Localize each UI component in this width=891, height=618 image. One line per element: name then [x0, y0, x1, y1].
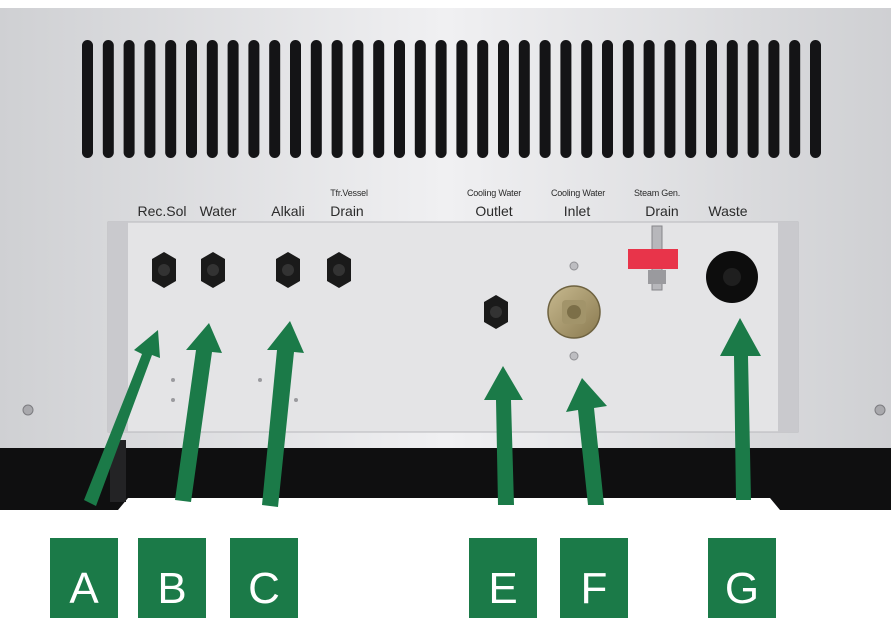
vent-slot — [539, 40, 551, 158]
vent-slot — [123, 40, 135, 158]
vent-slot — [165, 40, 177, 158]
label-tfr-vessel: Tfr.Vessel — [330, 188, 368, 198]
label-cooling-water-inlet: Cooling Water — [550, 188, 606, 198]
vent-slot — [456, 40, 468, 158]
label-water: Water — [199, 203, 237, 219]
screw-left — [22, 404, 34, 416]
vent-slot — [685, 40, 697, 158]
vent-slot — [394, 40, 405, 158]
base-stand — [0, 448, 891, 510]
brass-fitting-icon — [547, 285, 601, 339]
vent-slot — [206, 40, 218, 158]
label-rec-sol: Rec.Sol — [137, 203, 187, 219]
vent-slot — [706, 40, 717, 158]
vent-slot — [352, 40, 364, 158]
vent-slot — [477, 40, 489, 158]
vent-slot — [664, 40, 676, 158]
vent-slot — [186, 40, 197, 158]
badge-f: F — [560, 538, 628, 618]
label-waste: Waste — [708, 203, 748, 219]
vent-slot — [810, 40, 821, 158]
badge-g: G — [708, 538, 776, 618]
vent-slot — [518, 40, 530, 158]
vent-slot — [498, 40, 509, 158]
hex-fitting-icon — [152, 252, 176, 288]
vent-slot — [269, 40, 281, 158]
vent-slot — [248, 40, 260, 158]
hex-fitting-icon — [276, 252, 300, 288]
vent-slot — [581, 40, 593, 158]
vent-slot — [726, 40, 738, 158]
vent-slot — [373, 40, 385, 158]
screw-right — [874, 404, 886, 416]
vent-slot — [290, 40, 301, 158]
vent-slot — [227, 40, 239, 158]
vent-slot — [747, 40, 759, 158]
vent-slot — [789, 40, 801, 158]
vent-slot — [82, 40, 93, 158]
label-alkali: Alkali — [271, 203, 305, 219]
badge-a: A — [50, 538, 118, 618]
vent-slot — [602, 40, 613, 158]
badge-b: B — [138, 538, 206, 618]
vent-slot — [144, 40, 156, 158]
instrument-back-panel — [0, 8, 891, 510]
vent-slot — [435, 40, 447, 158]
vent-slot — [768, 40, 780, 158]
label-drain: Drain — [330, 203, 364, 219]
badge-e: E — [469, 538, 537, 618]
label-inlet: Inlet — [563, 203, 591, 219]
vent-slot — [622, 40, 634, 158]
vent-slot — [414, 40, 426, 158]
vent-slot — [102, 40, 114, 158]
vent-slot — [643, 40, 655, 158]
label-steam-gen: Steam Gen. — [633, 188, 681, 198]
label-outlet: Outlet — [475, 203, 513, 219]
hex-fitting-icon — [484, 295, 508, 329]
hex-fitting-icon — [201, 252, 225, 288]
vent-slot — [560, 40, 572, 158]
badge-c: C — [230, 538, 298, 618]
hex-fitting-icon — [327, 252, 351, 288]
label-cooling-water-outlet: Cooling Water — [466, 188, 522, 198]
vent-slot — [310, 40, 322, 158]
label-steam-drain: Drain — [645, 203, 679, 219]
vent-slot — [331, 40, 343, 158]
